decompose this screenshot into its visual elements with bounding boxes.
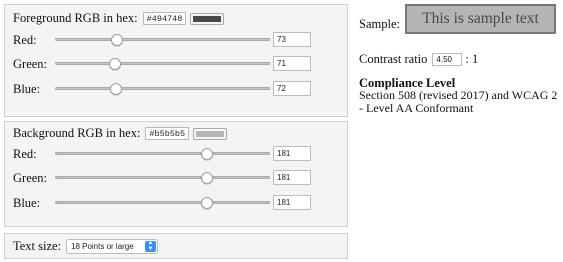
background-red-label: Red: <box>13 147 37 161</box>
foreground-green-thumb[interactable] <box>109 58 122 70</box>
background-blue-value[interactable]: 181 <box>273 195 311 210</box>
foreground-header-label: Foreground RGB in hex: <box>13 11 138 25</box>
background-green-row: Green: 181 <box>13 170 333 186</box>
foreground-red-value[interactable]: 73 <box>273 32 311 47</box>
foreground-color-picker[interactable] <box>190 12 225 25</box>
sample-label: Sample: <box>359 17 400 31</box>
text-size-label: Text size: <box>13 239 62 253</box>
sample-text-box: This is sample text <box>405 4 556 34</box>
background-blue-label: Blue: <box>13 196 41 210</box>
contrast-ratio-suffix: : 1 <box>465 52 479 66</box>
background-green-value[interactable]: 181 <box>273 170 311 185</box>
background-green-label: Green: <box>13 171 48 185</box>
foreground-green-value[interactable]: 71 <box>273 56 311 71</box>
foreground-blue-label: Blue: <box>13 82 41 96</box>
background-header: Background RGB in hex: #b5b5b5 <box>13 126 228 141</box>
background-red-slider[interactable] <box>55 148 270 160</box>
foreground-red-slider[interactable] <box>55 34 270 46</box>
text-size-selected: 18 Points or large <box>71 242 134 251</box>
background-green-slider[interactable] <box>55 172 270 184</box>
foreground-red-thumb[interactable] <box>110 34 123 46</box>
background-blue-row: Blue: 181 <box>13 195 333 211</box>
foreground-red-label: Red: <box>13 33 37 47</box>
compliance-level-text: Section 508 (revised 2017) and WCAG 2 - … <box>359 88 558 115</box>
contrast-ratio-row: Contrast ratio 4.50 : 1 <box>359 52 478 67</box>
background-green-thumb[interactable] <box>201 172 214 184</box>
background-red-thumb[interactable] <box>201 148 214 160</box>
background-header-label: Background RGB in hex: <box>13 126 141 140</box>
background-red-row: Red: 181 <box>13 146 333 162</box>
foreground-blue-row: Blue: 72 <box>13 81 333 97</box>
contrast-ratio-value: 4.50 <box>432 53 463 66</box>
background-swatch <box>196 130 225 137</box>
foreground-red-row: Red: 73 <box>13 32 333 48</box>
background-red-value[interactable]: 181 <box>273 146 311 161</box>
chevron-up-down-icon[interactable]: ▲ ▼ <box>145 240 156 252</box>
background-blue-slider[interactable] <box>55 197 270 209</box>
text-size-panel: Text size: 18 Points or large ▲ ▼ <box>4 233 348 259</box>
foreground-green-slider[interactable] <box>55 58 270 70</box>
foreground-blue-value[interactable]: 72 <box>273 81 311 96</box>
foreground-panel: Foreground RGB in hex: #494748 Red: 73 G… <box>4 4 348 117</box>
foreground-blue-thumb[interactable] <box>110 83 123 95</box>
foreground-green-label: Green: <box>13 57 48 71</box>
foreground-swatch <box>193 15 222 22</box>
foreground-hex-input[interactable]: #494748 <box>142 12 187 25</box>
background-panel: Background RGB in hex: #b5b5b5 Red: 181 … <box>4 121 348 227</box>
foreground-blue-slider[interactable] <box>55 83 270 95</box>
contrast-ratio-label: Contrast ratio <box>359 52 428 66</box>
background-blue-thumb[interactable] <box>201 197 214 209</box>
foreground-header: Foreground RGB in hex: #494748 <box>13 11 225 26</box>
background-hex-input[interactable]: #b5b5b5 <box>145 127 190 140</box>
background-color-picker[interactable] <box>193 127 228 140</box>
foreground-green-row: Green: 71 <box>13 56 333 72</box>
text-size-select[interactable]: 18 Points or large ▲ ▼ <box>66 239 158 254</box>
